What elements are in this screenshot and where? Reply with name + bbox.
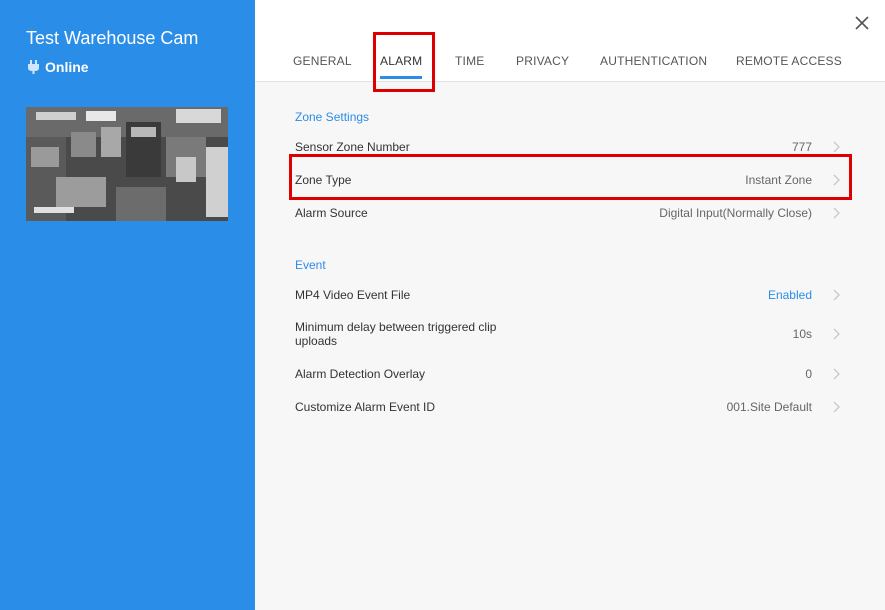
zone-settings-title: Zone Settings [295,110,370,124]
zone-type-row[interactable]: Zone Type Instant Zone [295,164,840,196]
row-label: Sensor Zone Number [295,140,410,154]
chevron-right-icon [833,328,840,340]
settings-panel: GENERAL ALARM TIME PRIVACY AUTHENTICATIO… [255,0,885,610]
tab-alarm[interactable]: ALARM [380,54,423,79]
tab-general[interactable]: GENERAL [293,54,352,68]
row-value: 0 [805,367,812,381]
alarm-source-row[interactable]: Alarm Source Digital Input(Normally Clos… [295,197,840,229]
camera-sidebar: Test Warehouse Cam Online [0,0,255,610]
tab-privacy[interactable]: PRIVACY [516,54,569,68]
active-tab-underline [380,76,423,79]
minimum-delay-row[interactable]: Minimum delay between triggered clip upl… [295,314,840,354]
row-value: Enabled [767,288,812,302]
camera-thumbnail[interactable] [26,107,228,221]
tab-authentication[interactable]: AUTHENTICATION [600,54,707,68]
status-indicator: Online [28,59,89,75]
chevron-right-icon [833,289,840,301]
tab-time[interactable]: TIME [455,54,484,68]
close-icon[interactable] [853,14,871,32]
row-label: Customize Alarm Event ID [295,400,436,414]
row-label: Alarm Detection Overlay [295,367,426,381]
chevron-right-icon [833,368,840,380]
tab-remote-access[interactable]: REMOTE ACCESS [736,54,842,68]
row-value: Digital Input(Normally Close) [659,206,812,220]
settings-header: GENERAL ALARM TIME PRIVACY AUTHENTICATIO… [255,0,885,92]
chevron-right-icon [833,401,840,413]
camera-name: Test Warehouse Cam [26,28,199,48]
chevron-right-icon [833,174,840,186]
row-value: Instant Zone [745,173,812,187]
chevron-right-icon [833,141,840,153]
row-label: Alarm Source [295,206,368,220]
customize-alarm-event-id-row[interactable]: Customize Alarm Event ID 001.Site Defaul… [295,391,840,423]
chevron-right-icon [833,207,840,219]
row-value: 10s [792,327,812,341]
status-text: Online [45,59,89,75]
row-label: Zone Type [295,173,352,187]
thumbnail-image [26,107,228,221]
row-value: 777 [791,140,812,154]
alarm-detection-overlay-row[interactable]: Alarm Detection Overlay 0 [295,358,840,390]
row-label: Minimum delay between triggered clip upl… [295,320,497,348]
sensor-zone-number-row[interactable]: Sensor Zone Number 777 [295,131,840,163]
row-value: 001.Site Default [726,400,812,414]
mp4-video-event-file-row[interactable]: MP4 Video Event File Enabled [295,279,840,311]
row-label: MP4 Video Event File [295,288,411,302]
plug-icon [28,60,39,74]
event-title: Event [295,258,326,272]
